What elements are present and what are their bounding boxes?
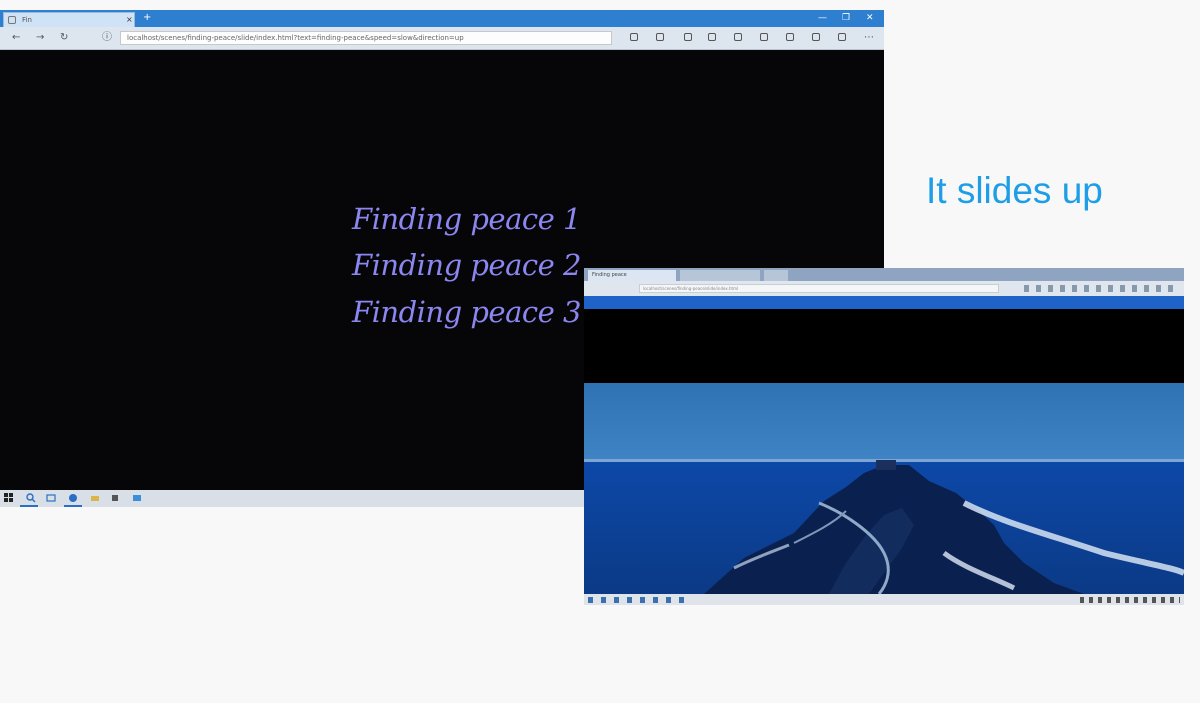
windows-start-icon[interactable] xyxy=(4,493,14,503)
tab-bar: Finding peace xyxy=(584,268,1184,281)
browser-tab[interactable]: Finding peace xyxy=(588,270,676,281)
taskbar xyxy=(584,594,1184,605)
tab-title: Fin xyxy=(22,16,32,24)
reload-extension-icon[interactable] xyxy=(656,33,664,41)
browser-tab-2[interactable] xyxy=(680,270,760,281)
taskbar-app-icons[interactable] xyxy=(588,597,684,603)
downloads-icon[interactable] xyxy=(786,33,794,41)
favorites-icon[interactable] xyxy=(734,33,742,41)
browser-tab[interactable]: Fin × xyxy=(3,12,135,27)
extension-icon[interactable] xyxy=(630,33,638,41)
tab-bar: Fin × + — ❐ ✕ xyxy=(0,10,884,27)
refresh-icon[interactable]: ↻ xyxy=(60,32,68,44)
store-icon[interactable] xyxy=(110,493,120,503)
account-icon[interactable] xyxy=(838,33,846,41)
share-icon[interactable] xyxy=(812,33,820,41)
url-field[interactable]: localhost/scenes/finding-peace/slide/ind… xyxy=(639,284,999,293)
page-header-bar xyxy=(584,296,1184,309)
maximize-button[interactable]: ❐ xyxy=(842,12,850,24)
minimize-button[interactable]: — xyxy=(818,12,827,24)
system-tray[interactable] xyxy=(1080,597,1180,603)
profile-icon[interactable] xyxy=(684,33,692,41)
collections-icon[interactable] xyxy=(760,33,768,41)
new-tab-button[interactable]: + xyxy=(143,12,151,24)
close-window-button[interactable]: ✕ xyxy=(866,12,874,24)
address-bar: localhost/scenes/finding-peace/slide/ind… xyxy=(584,281,1184,296)
caption-text: It slides up xyxy=(926,170,1103,211)
edge-browser-icon[interactable] xyxy=(68,493,78,503)
new-tab-button[interactable] xyxy=(764,270,788,281)
page-content xyxy=(584,309,1184,383)
site-info-icon[interactable]: ⓘ xyxy=(102,32,112,44)
text-line-2: Finding peace 2 xyxy=(352,248,581,282)
back-icon[interactable]: ← xyxy=(12,32,20,44)
forward-icon[interactable]: → xyxy=(36,32,44,44)
mail-icon[interactable] xyxy=(132,493,142,503)
browser-window-preview: Finding peace localhost/scenes/finding-p… xyxy=(584,268,1184,605)
page-icon xyxy=(8,16,16,24)
close-tab-icon[interactable]: × xyxy=(126,13,133,27)
file-explorer-icon[interactable] xyxy=(90,493,100,503)
active-app-indicator xyxy=(20,505,38,507)
history-icon[interactable] xyxy=(708,33,716,41)
task-view-icon[interactable] xyxy=(46,493,56,503)
active-app-indicator xyxy=(64,505,82,507)
search-icon[interactable] xyxy=(26,493,36,503)
url-field[interactable]: localhost/scenes/finding-peace/slide/ind… xyxy=(120,31,612,45)
text-line-1: Finding peace 1 xyxy=(352,202,581,236)
address-bar: ← → ↻ ⓘ localhost/scenes/finding-peace/s… xyxy=(0,27,884,50)
menu-icon[interactable]: ⋯ xyxy=(864,32,874,44)
toolbar-icons[interactable] xyxy=(1024,285,1174,292)
text-line-3: Finding peace 3 xyxy=(352,295,581,329)
coastal-landscape-image xyxy=(584,383,1184,594)
